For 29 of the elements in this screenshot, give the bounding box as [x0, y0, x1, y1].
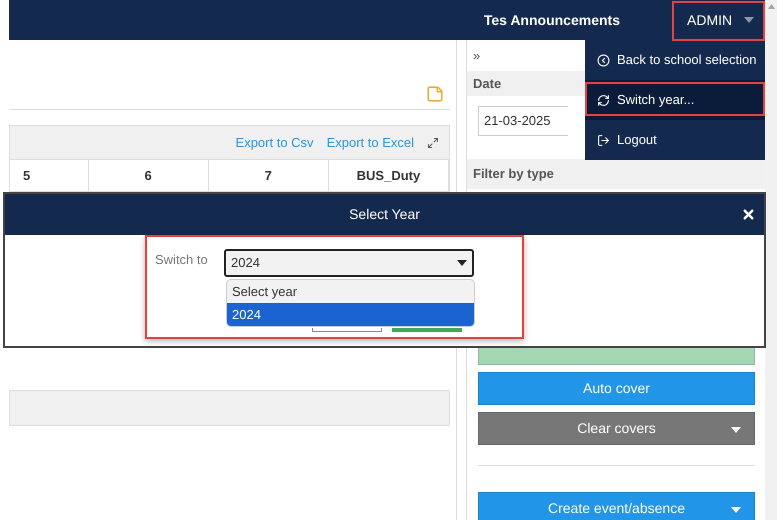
refresh-icon — [597, 94, 610, 106]
user-menu-button[interactable]: ADMIN — [672, 0, 765, 40]
year-select[interactable]: 2024 — [224, 249, 474, 277]
expand-icon[interactable] — [427, 136, 439, 148]
note-icon[interactable] — [426, 85, 444, 103]
collapse-toggle[interactable]: » — [473, 46, 480, 66]
field-label: Switch to — [155, 251, 208, 269]
close-icon[interactable] — [741, 207, 756, 222]
caret-icon — [457, 260, 467, 266]
app-title: Tes Announcements — [484, 10, 620, 30]
menu-item[interactable]: Logout — [585, 120, 765, 160]
back-icon — [597, 54, 610, 66]
date-field[interactable]: 21-03-2025 — [478, 106, 568, 136]
column-header: 7 — [208, 160, 329, 191]
caret-icon — [744, 17, 754, 23]
column-header: 5 — [10, 160, 89, 191]
action-button[interactable]: Clear covers — [478, 412, 755, 445]
action-button[interactable] — [478, 347, 755, 365]
select-option[interactable]: 2024 — [227, 303, 474, 326]
column-header: BUS_Duty — [328, 160, 450, 191]
filter-heading: Filter by type — [467, 159, 765, 189]
select-option[interactable]: Select year — [227, 280, 474, 303]
caret-icon — [731, 507, 741, 513]
scroll-up-icon[interactable] — [768, 4, 774, 9]
caret-icon — [731, 427, 741, 433]
column-header: 6 — [88, 160, 209, 191]
modal-title: Select Year — [349, 205, 420, 224]
logout-icon — [597, 134, 610, 146]
secondary-button[interactable] — [312, 328, 382, 332]
